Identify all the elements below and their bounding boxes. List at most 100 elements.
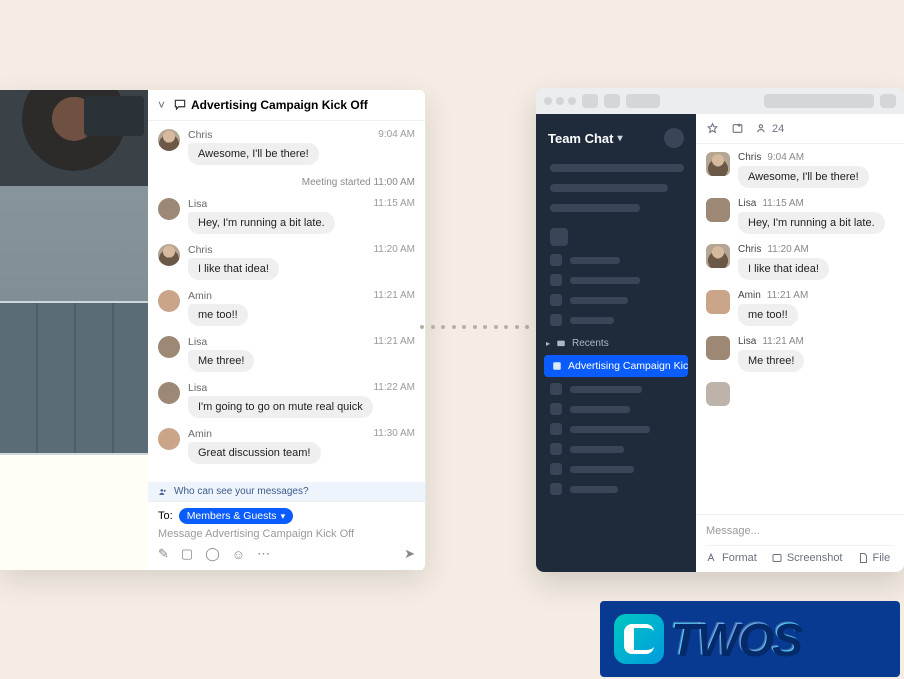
message-row: Chris I like that idea! 11:20 AM [158,244,415,280]
emoji-icon[interactable]: ☺ [232,547,245,562]
sidebar-item-placeholder[interactable] [536,459,696,479]
message-input[interactable]: Message Advertising Campaign Kick Off [158,524,415,540]
sidebar-item-placeholder[interactable] [536,399,696,419]
sidebar-channel-active[interactable]: Advertising Campaign Kick... [544,355,688,377]
people-icon [158,487,168,497]
avatar [158,290,180,312]
logo-icon [614,614,664,664]
sidebar-item-placeholder[interactable] [536,270,696,290]
chat-main: 24 Chris9:04 AM Awesome, I'll be there! … [696,114,904,572]
system-note: Meeting started 11:00 AM [158,175,415,194]
message-bubble: me too!! [188,304,248,326]
new-message-button[interactable] [664,128,684,148]
sidebar-item-placeholder[interactable] [536,310,696,330]
sidebar-section-placeholder [550,228,568,246]
composer-toolbar: Format Screenshot File [706,545,894,564]
recipient-chip[interactable]: Members & Guests [179,508,293,524]
message-composer: To: Members & Guests Message Advertising… [148,501,425,570]
message-bubble: Hey, I'm running a bit late. [188,212,335,234]
composer-toolbar: ✎ ▢ ◯ ☺ ⋯ ➤ [158,540,415,562]
sidebar-item-placeholder[interactable] [536,250,696,270]
avatar [158,428,180,450]
message-row: Lisa11:15 AM Hey, I'm running a bit late… [706,198,894,234]
video-background [0,186,148,570]
sender-name: Amin [738,290,761,301]
avatar [706,290,730,314]
chat-title: Advertising Campaign Kick Off [173,98,368,112]
titlebar-placeholder [604,94,620,108]
message-row: Chris9:04 AM Awesome, I'll be there! [706,152,894,188]
titlebar-placeholder [880,94,896,108]
message-timestamp: 11:15 AM [373,198,415,209]
meeting-chat-panel: ˅ Advertising Campaign Kick Off Chris Aw… [148,90,425,570]
screenshot-button[interactable]: Screenshot [771,552,843,564]
message-timestamp: 9:04 AM [767,152,804,163]
members-count[interactable]: 24 [756,122,784,135]
sender-name: Lisa [738,336,756,347]
avatar [158,129,180,151]
message-row: Lisa I'm going to go on mute real quick … [158,382,415,418]
message-row: Lisa Hey, I'm running a bit late. 11:15 … [158,198,415,234]
message-row: Amin me too!! 11:21 AM [158,290,415,326]
message-bubble: Hey, I'm running a bit late. [738,212,885,234]
collapse-chevron-icon[interactable]: ˅ [158,98,165,112]
sidebar-item-placeholder[interactable] [550,204,640,212]
sender-name: Lisa [738,198,756,209]
star-icon[interactable] [706,122,719,135]
channel-feed[interactable]: Chris9:04 AM Awesome, I'll be there! Lis… [696,144,904,514]
connector-dots [420,325,540,331]
more-icon[interactable]: ⋯ [257,546,270,562]
meeting-window: ˅ Advertising Campaign Kick Off Chris Aw… [0,90,426,570]
avatar [706,198,730,222]
avatar [158,244,180,266]
sidebar-item-placeholder[interactable] [536,439,696,459]
message-row [706,382,894,406]
titlebar-placeholder [582,94,598,108]
message-feed[interactable]: Chris Awesome, I'll be there! 9:04 AM Me… [148,121,425,482]
video-self-thumbnail[interactable] [84,96,144,136]
avatar [158,382,180,404]
sidebar-title[interactable]: Team Chat [548,131,623,146]
window-controls[interactable] [544,97,576,105]
message-bubble: Awesome, I'll be there! [738,166,869,188]
sidebar-item-placeholder[interactable] [550,184,668,192]
chat-icon [556,339,566,349]
message-timestamp: 11:20 AM [767,244,809,255]
sidebar-item-placeholder[interactable] [536,479,696,499]
sidebar-item-placeholder[interactable] [536,419,696,439]
sidebar-item-placeholder[interactable] [536,290,696,310]
video-pane [0,90,148,570]
attach-file-icon[interactable]: ▢ [181,546,193,562]
message-timestamp: 11:21 AM [767,290,809,301]
privacy-banner[interactable]: Who can see your messages? [148,482,425,501]
message-timestamp: 11:22 AM [373,382,415,393]
message-row: Amin11:21 AM me too!! [706,290,894,326]
titlebar-placeholder [626,94,660,108]
message-bubble: Me three! [738,350,804,372]
sidebar-item-placeholder[interactable] [536,379,696,399]
message-row: Lisa 11:21 AM Me three! [706,336,894,372]
message-timestamp: 11:20 AM [373,244,415,255]
chat-bubble-icon [173,98,187,112]
format-button[interactable]: Format [706,552,757,564]
message-timestamp: 11:21 AM [762,336,804,347]
file-button[interactable]: File [857,552,891,564]
message-timestamp: 11:30 AM [373,428,415,439]
format-icon[interactable]: ✎ [158,546,169,562]
avatar [706,336,730,360]
chat-header: ˅ Advertising Campaign Kick Off [148,90,425,121]
avatar [706,152,730,176]
message-bubble: I like that idea! [188,258,279,280]
avatar [706,244,730,268]
message-bubble: Me three! [188,350,254,372]
message-row: Chris11:20 AM I like that idea! [706,244,894,280]
to-label: To: [158,510,173,522]
sidebar-section-recents[interactable]: Recents [536,330,696,353]
message-input[interactable]: Message... [706,521,894,545]
audio-icon[interactable]: ◯ [205,546,220,562]
send-icon[interactable]: ➤ [404,546,415,562]
new-window-icon[interactable] [731,122,744,135]
message-bubble: Great discussion team! [188,442,321,464]
titlebar-placeholder [764,94,874,108]
sidebar-item-placeholder[interactable] [550,164,684,172]
